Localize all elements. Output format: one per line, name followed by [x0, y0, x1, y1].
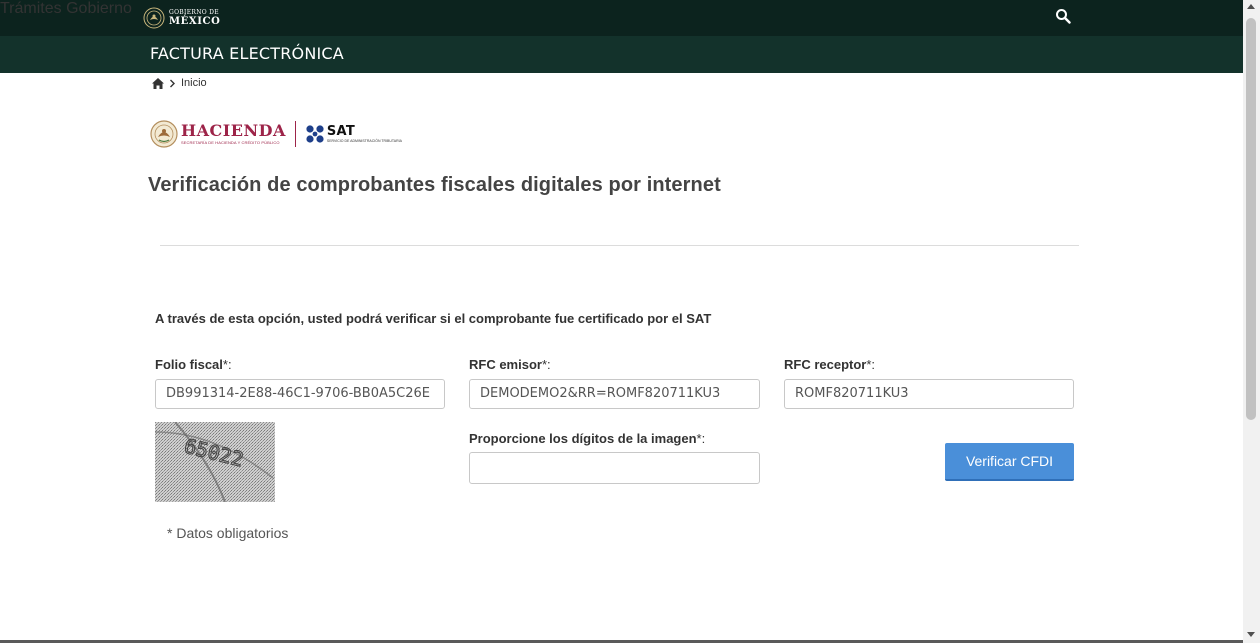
scroll-down-icon[interactable] [1247, 632, 1255, 637]
gov-header: GOBIERNO DE MÉXICO Trámites Gobierno [0, 0, 1243, 36]
mexico-seal-icon [143, 7, 165, 29]
hacienda-logo-text: HACIENDA [181, 121, 286, 140]
institution-logos: HACIENDA SECRETARÍA DE HACIENDA Y CRÉDIT… [150, 118, 402, 150]
intro-text: A través de esta opción, usted podrá ver… [155, 311, 712, 326]
captcha-input[interactable] [469, 452, 760, 484]
gobierno-logo[interactable]: GOBIERNO DE MÉXICO [143, 6, 220, 30]
breadcrumb-current: Inicio [181, 77, 207, 89]
rfc-emisor-label: RFC emisor*: [469, 357, 551, 372]
chevron-right-icon [170, 79, 175, 87]
hacienda-logo-subtext: SECRETARÍA DE HACIENDA Y CRÉDITO PÚBLICO [181, 140, 280, 145]
nav-tramites[interactable]: Trámites [0, 0, 62, 17]
rfc-receptor-label: RFC receptor*: [784, 357, 876, 372]
sat-logo-text: SAT [326, 123, 356, 139]
hacienda-seal-icon [150, 120, 178, 148]
folio-input[interactable]: DB991314-2E88-46C1-9706-BB0A5C26E [155, 379, 445, 409]
verificar-cfdi-button[interactable]: Verificar CFDI [945, 443, 1074, 481]
home-icon[interactable] [152, 77, 164, 89]
required-note: * Datos obligatorios [167, 525, 289, 541]
page-title: Verificación de comprobantes fiscales di… [148, 174, 721, 196]
rfc-receptor-input[interactable]: ROMF820711KU3 [784, 379, 1074, 409]
search-icon[interactable] [1055, 8, 1071, 24]
scroll-thumb[interactable] [1246, 18, 1256, 420]
sat-logo-subtext: SERVICIO DE ADMINISTRACIÓN TRIBUTARIA [326, 138, 402, 143]
breadcrumb: Inicio [152, 77, 207, 89]
captcha-image: 65022 [155, 422, 275, 502]
rfc-emisor-input[interactable]: DEMODEMO2&RR=ROMF820711KU3 [469, 379, 760, 409]
divider [160, 245, 1079, 246]
scroll-up-icon[interactable] [1247, 4, 1255, 9]
folio-label: Folio fiscal*: [155, 357, 232, 372]
gobierno-logo-big: MÉXICO [169, 15, 221, 27]
sub-header: FACTURA ELECTRÓNICA [0, 36, 1243, 73]
nav-gobierno[interactable]: Gobierno [66, 0, 132, 17]
site-title[interactable]: FACTURA ELECTRÓNICA [150, 44, 344, 63]
gobierno-logo-small: GOBIERNO DE [169, 8, 219, 16]
page-scrollbar[interactable] [1243, 0, 1260, 643]
sat-logo-icon [306, 125, 324, 143]
captcha-label: Proporcione los dígitos de la imagen*: [469, 431, 706, 446]
logo-divider [294, 121, 296, 147]
